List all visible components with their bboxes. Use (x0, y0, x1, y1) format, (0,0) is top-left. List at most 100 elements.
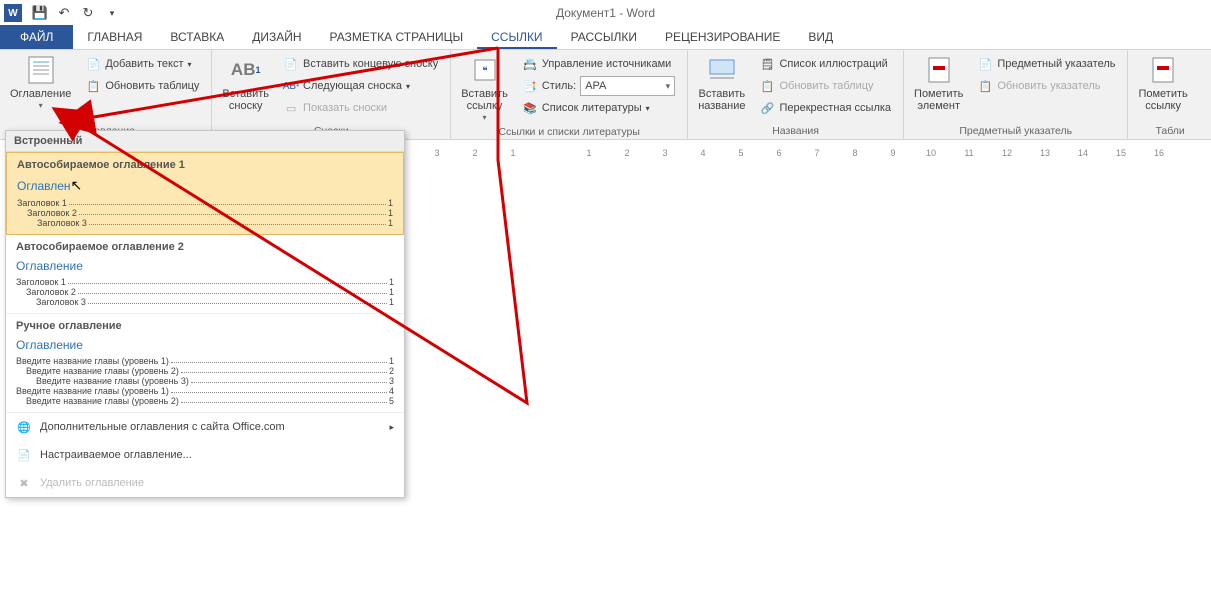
tab-review[interactable]: РЕЦЕНЗИРОВАНИЕ (651, 26, 794, 49)
horizontal-ruler[interactable]: 32112345678910111213141516 (418, 148, 1211, 166)
group-captions-label: Названия (692, 123, 899, 139)
chevron-down-icon: ▾ (646, 104, 650, 113)
remove-icon: ✖ (16, 475, 32, 491)
update-captions-label: Обновить таблицу (779, 80, 873, 92)
biblio-icon: 📚 (522, 100, 538, 116)
ruler-tick: 4 (684, 148, 722, 158)
crossref-button[interactable]: 🔗 Перекрестная ссылка (755, 98, 895, 118)
next-footnote-button[interactable]: AB¹ Следующая сноска ▾ (279, 76, 442, 96)
bibliography-button[interactable]: 📚 Список литературы ▾ (518, 98, 679, 118)
g-auto1-title: Автособираемое оглавление 1 (17, 159, 393, 171)
tab-home[interactable]: ГЛАВНАЯ (73, 26, 156, 49)
style-select[interactable]: APA (580, 76, 675, 96)
endnote-icon: 📄 (283, 56, 299, 72)
refresh-icon: 📋 (977, 78, 993, 94)
toc-preview-row: Введите название главы (уровень 3)3 (16, 376, 394, 386)
ruler-tick: 5 (722, 148, 760, 158)
more-from-office-button[interactable]: 🌐 Дополнительные оглавления с сайта Offi… (6, 413, 404, 441)
ruler-tick: 6 (760, 148, 798, 158)
mark-citation-label: Пометить ссылку (1138, 88, 1187, 112)
g-manual-heading: Оглавление (16, 338, 394, 352)
custom-toc-button[interactable]: 📄 Настраиваемое оглавление... (6, 441, 404, 469)
tab-mailings[interactable]: РАССЫЛКИ (557, 26, 651, 49)
tab-view[interactable]: ВИД (794, 26, 847, 49)
toc-preview-row: Заголовок 11 (17, 198, 393, 208)
toc-preview-row: Введите название главы (уровень 1)4 (16, 386, 394, 396)
redo-icon[interactable]: ↻ (78, 3, 98, 23)
qat-customize-icon[interactable]: ▾ (102, 3, 122, 23)
toc-gallery-dropdown: Встроенный Автособираемое оглавление 1 О… (5, 130, 405, 498)
chevron-down-icon: ▾ (188, 60, 192, 69)
show-notes-icon: ▭ (283, 100, 299, 116)
add-text-label: Добавить текст (105, 58, 183, 70)
group-citations-label: Ссылки и списки литературы (455, 124, 683, 140)
update-captions-button: 📋 Обновить таблицу (755, 76, 895, 96)
caption-icon (706, 54, 738, 86)
ruler-tick: 9 (874, 148, 912, 158)
undo-icon[interactable]: ↶ (54, 3, 74, 23)
citation-label: Вставить ссылку (461, 88, 508, 112)
gallery-footer: 🌐 Дополнительные оглавления с сайта Offi… (6, 413, 404, 497)
add-text-button[interactable]: 📄 Добавить текст ▾ (81, 54, 203, 74)
ruler-tick: 12 (988, 148, 1026, 158)
remove-toc-button: ✖ Удалить оглавление (6, 469, 404, 497)
group-index-label: Предметный указатель (908, 123, 1123, 139)
cursor-icon: ↖ (71, 177, 83, 193)
toc-preview-row: Введите название главы (уровень 2)2 (16, 366, 394, 376)
tab-design[interactable]: ДИЗАЙН (238, 26, 315, 49)
refresh-icon: 📋 (85, 78, 101, 94)
manage-sources-button[interactable]: 📇 Управление источниками (518, 54, 679, 74)
group-toa: Пометить ссылку Табли (1128, 50, 1211, 139)
tab-insert[interactable]: ВСТАВКА (156, 26, 238, 49)
toc-preview-row: Заголовок 31 (16, 297, 394, 307)
insert-index-button[interactable]: 📄 Предметный указатель (973, 54, 1119, 74)
gallery-item-auto2[interactable]: Автособираемое оглавление 2 Оглавление З… (6, 235, 404, 314)
insert-endnote-button[interactable]: 📄 Вставить концевую сноску (279, 54, 442, 74)
mark-citation-button[interactable]: Пометить ссылку (1132, 52, 1193, 114)
g-auto2-title: Автособираемое оглавление 2 (16, 241, 394, 253)
toc-button[interactable]: Оглавление ▾ (4, 52, 77, 112)
insert-index-label: Предметный указатель (997, 58, 1115, 70)
footnote-label: Вставить сноску (222, 88, 269, 112)
ruler-tick: 2 (456, 148, 494, 158)
insert-citation-button[interactable]: ❝ Вставить ссылку ▾ (455, 52, 514, 124)
biblio-label: Список литературы (542, 102, 642, 114)
citation-icon: ❝ (469, 54, 501, 86)
figure-list-button[interactable]: 🗒 Список иллюстраций (755, 54, 895, 74)
gallery-item-auto1[interactable]: Автособираемое оглавление 1 Оглавлен↖ За… (6, 152, 404, 235)
tab-references[interactable]: ССЫЛКИ (477, 26, 556, 49)
gallery-item-manual[interactable]: Ручное оглавление Оглавление Введите наз… (6, 314, 404, 413)
update-toc-button[interactable]: 📋 Обновить таблицу (81, 76, 203, 96)
mark-entry-button[interactable]: Пометить элемент (908, 52, 969, 114)
ruler-tick: 3 (646, 148, 684, 158)
remove-toc-label: Удалить оглавление (40, 477, 144, 489)
save-icon[interactable]: 💾 (30, 3, 50, 23)
chevron-down-icon: ▾ (39, 101, 43, 110)
toc-preview-row: Введите название главы (уровень 1)1 (16, 356, 394, 366)
group-footnotes: AB1 Вставить сноску 📄 Вставить концевую … (212, 50, 451, 139)
group-index: Пометить элемент 📄 Предметный указатель … (904, 50, 1128, 139)
insert-footnote-button[interactable]: AB1 Вставить сноску (216, 52, 275, 114)
toc-preview-row: Заголовок 21 (17, 208, 393, 218)
ruler-tick: 15 (1102, 148, 1140, 158)
insert-caption-button[interactable]: Вставить название (692, 52, 751, 114)
ruler-tick: 13 (1026, 148, 1064, 158)
ruler-tick: 10 (912, 148, 950, 158)
word-app-icon: W (4, 4, 22, 22)
tab-file[interactable]: ФАЙЛ (0, 25, 73, 49)
style-label: Стиль: (542, 80, 576, 92)
custom-toc-label: Настраиваемое оглавление... (40, 449, 192, 461)
endnote-label: Вставить концевую сноску (303, 58, 438, 70)
next-footnote-label: Следующая сноска (303, 80, 402, 92)
ribbon-tabs: ФАЙЛ ГЛАВНАЯ ВСТАВКА ДИЗАЙН РАЗМЕТКА СТР… (0, 26, 1211, 50)
figure-list-label: Список иллюстраций (779, 58, 887, 70)
ruler-tick: 14 (1064, 148, 1102, 158)
g-auto1-heading: Оглавлен (17, 179, 71, 193)
chevron-right-icon: ▸ (389, 422, 394, 433)
show-notes-label: Показать сноски (303, 102, 387, 114)
update-toc-label: Обновить таблицу (105, 80, 199, 92)
update-index-button: 📋 Обновить указатель (973, 76, 1119, 96)
ruler-tick: 8 (836, 148, 874, 158)
tab-layout[interactable]: РАЗМЕТКА СТРАНИЦЫ (316, 26, 478, 49)
ruler-tick: 2 (608, 148, 646, 158)
